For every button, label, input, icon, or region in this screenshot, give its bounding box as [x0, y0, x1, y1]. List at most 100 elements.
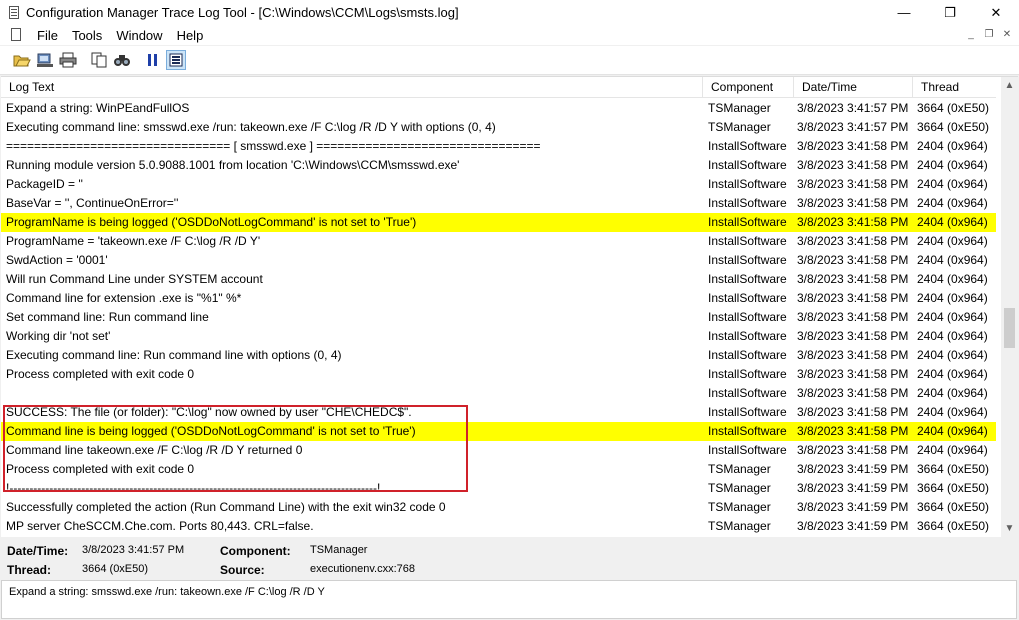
menu-file[interactable]: File	[30, 28, 65, 43]
datetime-cell: 3/8/2023 3:41:58 PM	[797, 291, 909, 305]
log-row[interactable]: Set command line: Run command line Instal…	[1, 308, 996, 327]
log-row[interactable]: ProgramName = 'takeown.exe /F C:\log /R …	[1, 232, 996, 251]
component-cell: InstallSoftware	[708, 329, 787, 343]
component-cell: InstallSoftware	[708, 386, 787, 400]
scroll-down-icon[interactable]: ▼	[1001, 520, 1018, 537]
log-text-cell: Executing command line: smsswd.exe /run:…	[6, 120, 496, 134]
source-label: Source:	[220, 563, 265, 577]
toolbar	[0, 46, 1019, 75]
log-text-cell: Set command line: Run command line	[6, 310, 209, 324]
component-cell: TSManager	[708, 481, 771, 495]
log-text-cell: Command line for extension .exe is "%1" …	[6, 291, 242, 305]
scroll-thumb[interactable]	[1004, 308, 1015, 348]
menu-window[interactable]: Window	[109, 28, 169, 43]
log-row[interactable]: !---------------------------------------…	[1, 479, 996, 498]
col-log-text[interactable]: Log Text	[1, 77, 703, 97]
menu-tools[interactable]: Tools	[65, 28, 109, 43]
datetime-label: Date/Time:	[7, 544, 69, 558]
window-controls: — ❐ ✕	[881, 0, 1019, 25]
thread-cell: 2404 (0x964)	[917, 405, 988, 419]
log-row[interactable]: Command line takeown.exe /F C:\log /R /D…	[1, 441, 996, 460]
menu-help[interactable]: Help	[170, 28, 211, 43]
log-text-cell: ProgramName = 'takeown.exe /F C:\log /R …	[6, 234, 261, 248]
log-row[interactable]: BaseVar = '', ContinueOnError='' InstallS…	[1, 194, 996, 213]
scroll-up-icon[interactable]: ▲	[1001, 77, 1018, 94]
col-datetime[interactable]: Date/Time	[794, 77, 913, 97]
open-server-icon[interactable]	[35, 50, 55, 70]
log-row[interactable]: Expand a string: WinPEandFullOS TSManager…	[1, 99, 996, 118]
open-icon[interactable]	[12, 50, 32, 70]
thread-value: 3664 (0xE50)	[82, 563, 149, 575]
datetime-cell: 3/8/2023 3:41:57 PM	[797, 120, 909, 134]
col-component[interactable]: Component	[703, 77, 794, 97]
log-row[interactable]: MP server CheSCCM.Che.com. Ports 80,443.…	[1, 517, 996, 536]
column-header: Log Text Component Date/Time Thread	[1, 77, 996, 98]
thread-cell: 2404 (0x964)	[917, 234, 988, 248]
component-cell: InstallSoftware	[708, 177, 787, 191]
highlight-icon[interactable]	[166, 50, 186, 70]
component-cell: InstallSoftware	[708, 234, 787, 248]
print-icon[interactable]	[58, 50, 78, 70]
window-title: Configuration Manager Trace Log Tool - […	[26, 5, 459, 20]
datetime-cell: 3/8/2023 3:41:57 PM	[797, 101, 909, 115]
log-row[interactable]: Working dir 'not set' InstallSoftware 3/8/…	[1, 327, 996, 346]
copy-icon[interactable]	[89, 50, 109, 70]
datetime-cell: 3/8/2023 3:41:58 PM	[797, 405, 909, 419]
log-row[interactable]: ProgramName is being logged ('OSDDoNotLo…	[1, 213, 996, 232]
log-text-cell: PackageID = ''	[6, 177, 83, 191]
log-row[interactable]: Successfully completed the action (Run C…	[1, 498, 996, 517]
thread-cell: 2404 (0x964)	[917, 386, 988, 400]
thread-cell: 2404 (0x964)	[917, 348, 988, 362]
close-button[interactable]: ✕	[973, 0, 1019, 25]
message-box[interactable]: Expand a string: smsswd.exe /run: takeow…	[1, 580, 1017, 619]
thread-cell: 2404 (0x964)	[917, 253, 988, 267]
thread-label: Thread:	[7, 563, 52, 577]
datetime-cell: 3/8/2023 3:41:58 PM	[797, 443, 909, 457]
log-text-cell: Process completed with exit code 0	[6, 367, 195, 381]
datetime-value: 3/8/2023 3:41:57 PM	[82, 544, 185, 556]
datetime-cell: 3/8/2023 3:41:58 PM	[797, 329, 909, 343]
log-text-cell: Command line is being logged ('OSDDoNotL…	[6, 424, 416, 438]
component-cell: TSManager	[708, 519, 771, 533]
datetime-cell: 3/8/2023 3:41:59 PM	[797, 462, 909, 476]
log-row[interactable]: PackageID = '' InstallSoftware 3/8/2023 3:…	[1, 175, 996, 194]
component-cell: TSManager	[708, 120, 771, 134]
log-row[interactable]: Running module version 5.0.9088.1001 fro…	[1, 156, 996, 175]
component-cell: TSManager	[708, 462, 771, 476]
datetime-cell: 3/8/2023 3:41:58 PM	[797, 177, 909, 191]
mdi-controls: _ ❐ ✕	[961, 27, 1015, 42]
component-cell: TSManager	[708, 500, 771, 514]
vertical-scrollbar[interactable]: ▲ ▼	[1001, 77, 1018, 537]
mdi-restore-button[interactable]: ❐	[981, 27, 997, 42]
log-row[interactable]: Process completed with exit code 0 TSMana…	[1, 460, 996, 479]
log-row[interactable]: Executing command line: Run command line…	[1, 346, 996, 365]
find-icon[interactable]	[112, 50, 132, 70]
mdi-minimize-button[interactable]: _	[963, 27, 979, 42]
log-text-cell: SwdAction = '0001'	[6, 253, 108, 267]
log-list[interactable]: Log Text Component Date/Time Thread Expa…	[1, 76, 1018, 537]
minimize-button[interactable]: —	[881, 0, 927, 25]
thread-cell: 3664 (0xE50)	[917, 519, 990, 533]
log-row[interactable]: Process completed with exit code 0 Instal…	[1, 365, 996, 384]
log-row[interactable]: InstallSoftware 3/8/2023 3:41:58 PM 2404 (…	[1, 384, 996, 403]
mdi-close-button[interactable]: ✕	[999, 27, 1015, 42]
log-text-cell: ProgramName is being logged ('OSDDoNotLo…	[6, 215, 417, 229]
log-text-cell: ================================ [ smssw…	[6, 139, 541, 153]
log-text-cell: Expand a string: WinPEandFullOS	[6, 101, 190, 115]
log-text-cell: Working dir 'not set'	[6, 329, 111, 343]
maximize-button[interactable]: ❐	[927, 0, 973, 25]
log-row[interactable]: ================================ [ smssw…	[1, 137, 996, 156]
component-cell: InstallSoftware	[708, 310, 787, 324]
log-row[interactable]: SUCCESS: The file (or folder): "C:\log" …	[1, 403, 996, 422]
component-cell: InstallSoftware	[708, 196, 787, 210]
log-row[interactable]: Executing command line: smsswd.exe /run:…	[1, 118, 996, 137]
document-icon	[9, 28, 23, 42]
log-row[interactable]: Command line for extension .exe is "%1" …	[1, 289, 996, 308]
datetime-cell: 3/8/2023 3:41:58 PM	[797, 139, 909, 153]
log-row[interactable]: SwdAction = '0001' InstallSoftware 3/8/202…	[1, 251, 996, 270]
log-row[interactable]: Command line is being logged ('OSDDoNotL…	[1, 422, 996, 441]
col-thread[interactable]: Thread	[913, 77, 996, 97]
log-row[interactable]: Will run Command Line under SYSTEM accou…	[1, 270, 996, 289]
log-text-cell: Executing command line: Run command line…	[6, 348, 342, 362]
pause-icon[interactable]	[143, 50, 163, 70]
